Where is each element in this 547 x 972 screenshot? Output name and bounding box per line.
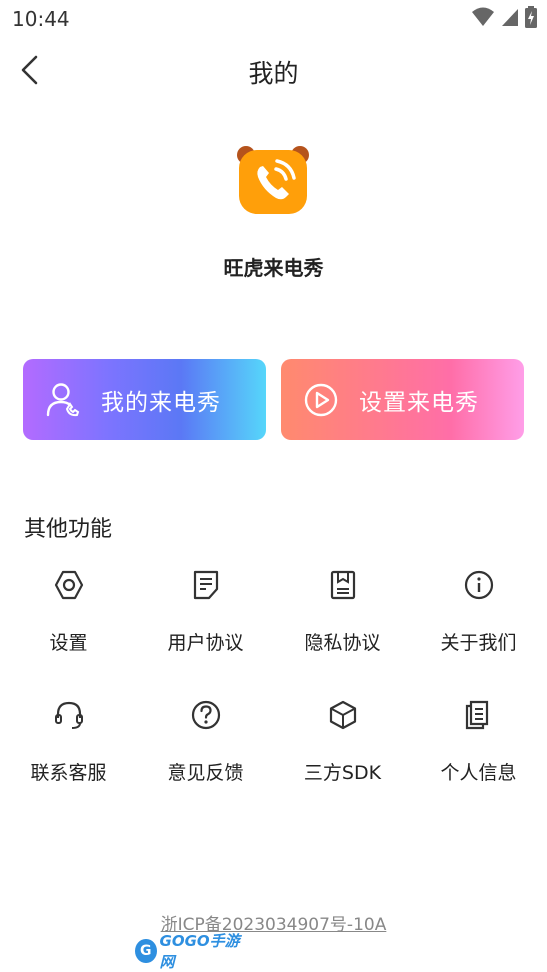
feature-label: 联系客服: [30, 762, 107, 784]
feature-feedback[interactable]: 意见反馈: [137, 690, 274, 800]
section-title: 其他功能: [24, 517, 113, 542]
feature-label: 三方SDK: [303, 762, 382, 784]
feature-label: 用户协议: [167, 632, 244, 654]
feature-privacy-agreement[interactable]: 隐私协议: [274, 560, 411, 670]
watermark-logo-icon: G: [135, 939, 157, 963]
app-name: 旺虎来电秀: [223, 256, 324, 280]
question-icon: [189, 698, 223, 732]
phone-logo-icon: [237, 146, 309, 214]
feature-label: 隐私协议: [304, 632, 381, 654]
wifi-icon: [472, 7, 494, 26]
status-bar: 10:44: [0, 0, 547, 38]
cube-icon: [326, 698, 360, 732]
my-ringtone-show-button[interactable]: 我的来电秀: [23, 359, 266, 440]
play-circle-icon: [303, 382, 339, 418]
battery-icon: [525, 6, 537, 28]
my-ringtone-show-label: 我的来电秀: [101, 389, 221, 416]
user-phone-icon: [45, 382, 81, 418]
feature-third-party-sdk[interactable]: 三方SDK: [274, 690, 411, 800]
app-logo: [236, 145, 310, 219]
feature-label: 个人信息: [440, 762, 517, 784]
feature-label: 意见反馈: [167, 762, 244, 784]
status-icons: [471, 6, 537, 28]
feature-customer-service[interactable]: 联系客服: [0, 690, 137, 800]
feature-label: 设置: [49, 632, 88, 654]
watermark: G GOGO手游网: [135, 932, 245, 971]
feature-label: 关于我们: [440, 632, 517, 654]
nav-bar: 我的: [0, 40, 547, 102]
icp-link[interactable]: 浙ICP备2023034907号-10A: [0, 910, 547, 935]
feature-personal-info[interactable]: 个人信息: [410, 690, 547, 800]
file-stack-icon: [462, 698, 496, 732]
settings-icon: [52, 568, 86, 602]
document-icon: [189, 568, 223, 602]
feature-about-us[interactable]: 关于我们: [410, 560, 547, 670]
status-time: 10:44: [12, 7, 70, 31]
watermark-text: GOGO手游网: [159, 932, 240, 971]
privacy-doc-icon: [326, 568, 360, 602]
headset-icon: [52, 698, 86, 732]
signal-icon: [502, 9, 518, 26]
set-ringtone-show-button[interactable]: 设置来电秀: [281, 359, 524, 440]
page-title: 我的: [248, 59, 299, 88]
info-icon: [462, 568, 496, 602]
feature-settings[interactable]: 设置: [0, 560, 137, 670]
feature-user-agreement[interactable]: 用户协议: [137, 560, 274, 670]
set-ringtone-show-label: 设置来电秀: [359, 389, 479, 416]
